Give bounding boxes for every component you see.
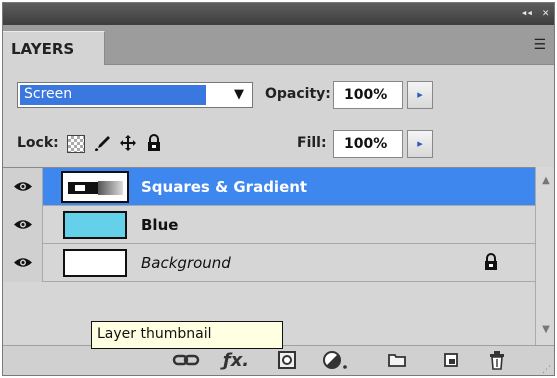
layers-list: Squares & Gradient Blue Background (3, 167, 535, 345)
layer-row[interactable]: Background (3, 244, 535, 282)
panel-title-bar: ◂◂ ✕ (3, 3, 554, 25)
lock-position-icon[interactable] (119, 134, 137, 152)
layer-lock-icon (483, 253, 499, 275)
fill-stepper[interactable]: ▸ (407, 130, 433, 158)
visibility-toggle[interactable] (3, 168, 43, 206)
layer-thumbnail[interactable] (61, 171, 129, 203)
resize-grip-icon[interactable]: ⋰ (542, 365, 552, 375)
mask-icon[interactable] (275, 350, 299, 375)
tab-bar: LAYERS ☰ (3, 25, 554, 65)
layer-name[interactable]: Squares & Gradient (141, 178, 307, 196)
fx-icon[interactable]: ƒx. (218, 350, 254, 372)
lock-all-icon[interactable] (145, 134, 163, 152)
opacity-field[interactable]: 100% (333, 81, 403, 109)
collapse-icon[interactable]: ◂◂ (521, 6, 533, 19)
opacity-stepper[interactable]: ▸ (407, 81, 433, 109)
fill-field[interactable]: 100% (333, 130, 403, 158)
close-icon[interactable]: ✕ (542, 6, 549, 19)
chevron-down-icon[interactable]: ▼ (234, 87, 244, 102)
eye-icon[interactable] (13, 256, 33, 269)
opacity-label: Opacity: (265, 86, 331, 102)
layers-panel: ◂◂ ✕ LAYERS ☰ Screen ▼ Opacity: 100% ▸ L… (2, 2, 555, 376)
layer-name[interactable]: Background (141, 254, 231, 272)
tab-layers[interactable]: LAYERS (3, 31, 105, 65)
scroll-up-icon[interactable]: ▲ (540, 175, 552, 186)
fill-label: Fill: (297, 135, 327, 151)
folder-icon[interactable] (385, 350, 409, 375)
layer-thumbnail[interactable] (63, 249, 127, 277)
eye-icon[interactable] (13, 180, 33, 193)
scroll-down-icon[interactable]: ▼ (540, 324, 552, 335)
tooltip: Layer thumbnail (91, 321, 283, 349)
adjustment-icon[interactable] (321, 350, 351, 375)
trash-icon[interactable] (485, 350, 509, 375)
new-layer-icon[interactable] (439, 350, 463, 375)
blend-mode-select[interactable]: Screen ▼ (17, 82, 253, 108)
layers-bottom-toolbar: ƒx. ⋰ (3, 345, 554, 375)
link-icon[interactable] (171, 350, 201, 375)
eye-icon[interactable] (13, 218, 33, 231)
lock-label: Lock: (17, 135, 59, 151)
layer-name[interactable]: Blue (141, 216, 178, 234)
lock-transparent-icon[interactable] (67, 135, 85, 153)
layer-thumbnail[interactable] (63, 211, 127, 239)
visibility-toggle[interactable] (3, 244, 43, 282)
layer-row[interactable]: Blue (3, 206, 535, 244)
visibility-toggle[interactable] (3, 206, 43, 244)
lock-image-icon[interactable] (93, 134, 111, 152)
layers-scrollbar[interactable]: ▲ ▼ (535, 167, 554, 345)
panel-menu-icon[interactable]: ☰ (533, 37, 546, 53)
layer-row[interactable]: Squares & Gradient (3, 168, 535, 206)
blend-mode-value: Screen (20, 85, 206, 105)
